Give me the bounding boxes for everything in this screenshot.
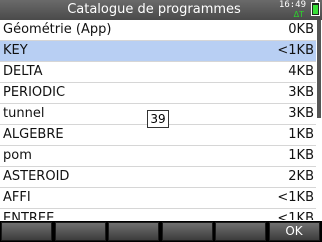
clock: 16:49 [278, 0, 306, 10]
program-row[interactable]: PERIODIC 3KB [0, 83, 316, 104]
softkey-ok-button[interactable]: OK [268, 222, 320, 241]
program-size: <1KB [277, 190, 314, 205]
program-row[interactable]: pom 1KB [0, 146, 316, 167]
program-row[interactable]: ENTREE <1KB [0, 209, 316, 220]
softkey-3-button[interactable] [108, 222, 159, 241]
program-row[interactable]: ASTEROID 2KB [0, 167, 316, 188]
program-row[interactable]: KEY <1KB [0, 41, 316, 62]
program-name: pom [3, 148, 32, 163]
count-badge: 39 [147, 110, 169, 128]
angle-mode-indicator: ΔT [293, 10, 304, 19]
program-row[interactable]: Géométrie (App) 0KB [0, 20, 316, 41]
program-row[interactable]: DELTA 4KB [0, 62, 316, 83]
program-name: tunnel [3, 106, 45, 121]
program-size: 2KB [288, 169, 314, 184]
program-size: 0KB [288, 22, 314, 37]
scrollbar[interactable] [316, 20, 322, 220]
program-name: ALGEBRE [3, 127, 64, 142]
program-name: AFFI [3, 190, 31, 205]
program-size: 1KB [288, 127, 314, 142]
softkey-2-button[interactable] [54, 222, 106, 241]
program-size: 4KB [288, 64, 314, 79]
program-size: <1KB [277, 211, 314, 220]
program-name: KEY [3, 43, 28, 58]
program-size: 3KB [288, 85, 314, 100]
softkey-1-button[interactable] [1, 222, 52, 241]
scrollbar-thumb[interactable] [317, 20, 321, 118]
program-name: DELTA [3, 64, 43, 79]
program-size: 3KB [288, 106, 314, 121]
program-size: 1KB [288, 148, 314, 163]
softkey-bar: OK [0, 221, 322, 242]
program-row[interactable]: ALGEBRE 1KB [0, 125, 316, 146]
program-name: ENTREE [3, 211, 55, 220]
title-bar: Catalogue de programmes 16:49 ΔT [0, 0, 322, 20]
window-title: Catalogue de programmes [67, 2, 241, 17]
program-name: PERIODIC [3, 85, 66, 100]
program-row[interactable]: AFFI <1KB [0, 188, 316, 209]
battery-icon [311, 2, 320, 16]
program-name: ASTEROID [3, 169, 70, 184]
battery-level [313, 5, 318, 14]
softkey-4-button[interactable] [161, 222, 213, 241]
softkey-5-button[interactable] [215, 222, 266, 241]
program-name: Géométrie (App) [3, 22, 112, 37]
program-size: <1KB [277, 43, 314, 58]
